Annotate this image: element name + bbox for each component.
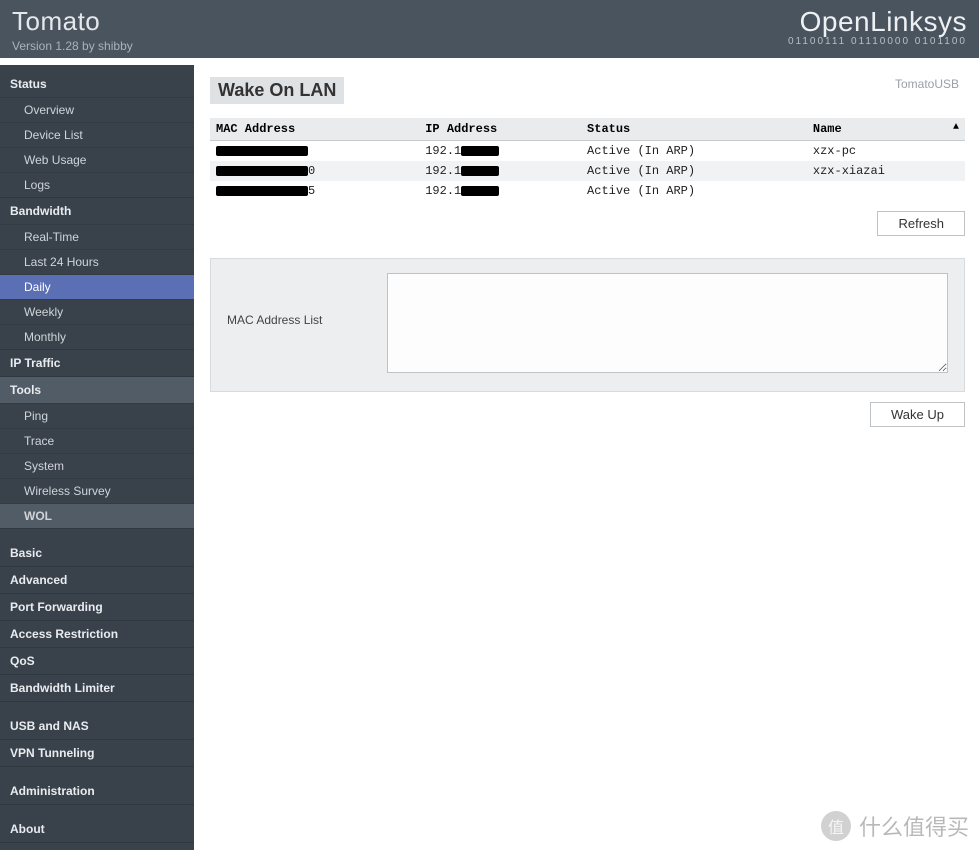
nav-item-overview[interactable]: Overview	[0, 97, 194, 122]
cell-status: Active (In ARP)	[581, 161, 807, 181]
cell-status: Active (In ARP)	[581, 181, 807, 201]
app-title: Tomato	[12, 6, 133, 37]
wakeup-button[interactable]: Wake Up	[870, 402, 965, 427]
nav-item-web-usage[interactable]: Web Usage	[0, 147, 194, 172]
nav-item-ping[interactable]: Ping	[0, 403, 194, 428]
nav-item-daily[interactable]: Daily	[0, 274, 194, 299]
watermark-text: 什么值得买	[859, 810, 969, 842]
redacted-mac	[216, 186, 308, 196]
wol-device-table: MAC AddressIP AddressStatusName▲ 192.1Ac…	[210, 118, 965, 201]
nav-item-monthly[interactable]: Monthly	[0, 324, 194, 349]
nav-section-port-forwarding[interactable]: Port Forwarding	[0, 593, 194, 620]
page-title: Wake On LAN	[210, 77, 344, 104]
mac-list-panel: MAC Address List	[210, 258, 965, 392]
nav-section-access-restriction[interactable]: Access Restriction	[0, 620, 194, 647]
watermark: 值 什么值得买	[821, 810, 969, 842]
redacted-mac	[216, 166, 308, 176]
cell-name	[807, 181, 965, 201]
nav-item-logs[interactable]: Logs	[0, 172, 194, 197]
brand-title: OpenLinksys	[788, 6, 967, 38]
mac-list-label: MAC Address List	[227, 273, 387, 327]
nav-section-tools[interactable]: Tools	[0, 376, 194, 403]
nav-section-vpn-tunneling[interactable]: VPN Tunneling	[0, 739, 194, 766]
nav-item-wol[interactable]: WOL	[0, 503, 194, 528]
cell-ip: 192.1	[419, 141, 581, 162]
app-version: Version 1.28 by shibby	[12, 39, 133, 53]
cell-name: xzx-xiazai	[807, 161, 965, 181]
col-status[interactable]: Status	[581, 118, 807, 141]
content-area: TomatoUSB Wake On LAN MAC AddressIP Addr…	[194, 65, 979, 850]
redacted-ip	[461, 166, 499, 176]
table-row[interactable]: 5192.1Active (In ARP)	[210, 181, 965, 201]
col-ip-address[interactable]: IP Address	[419, 118, 581, 141]
nav-section-bandwidth[interactable]: Bandwidth	[0, 197, 194, 224]
table-row[interactable]: 192.1Active (In ARP)xzx-pc	[210, 141, 965, 162]
sort-asc-icon: ▲	[953, 122, 959, 133]
nav-section-reboot-[interactable]: Reboot...	[0, 842, 194, 850]
redacted-ip	[461, 186, 499, 196]
nav-section-basic[interactable]: Basic	[0, 540, 194, 566]
header-bar: Tomato Version 1.28 by shibby OpenLinksy…	[0, 0, 979, 58]
nav-section-status[interactable]: Status	[0, 71, 194, 97]
cell-ip: 192.1	[419, 161, 581, 181]
nav-section-administration[interactable]: Administration	[0, 778, 194, 804]
brand-bits: 01100111 01110000 0101100	[788, 36, 967, 47]
mac-list-textarea[interactable]	[387, 273, 948, 373]
watermark-badge-icon: 值	[821, 811, 851, 841]
nav-item-trace[interactable]: Trace	[0, 428, 194, 453]
nav-item-device-list[interactable]: Device List	[0, 122, 194, 147]
nav-section-ip-traffic[interactable]: IP Traffic	[0, 349, 194, 376]
nav-section-usb-and-nas[interactable]: USB and NAS	[0, 713, 194, 739]
nav-item-wireless-survey[interactable]: Wireless Survey	[0, 478, 194, 503]
cell-ip: 192.1	[419, 181, 581, 201]
redacted-mac	[216, 146, 308, 156]
device-ident: TomatoUSB	[895, 77, 959, 91]
cell-status: Active (In ARP)	[581, 141, 807, 162]
col-mac-address[interactable]: MAC Address	[210, 118, 419, 141]
sidebar: StatusOverviewDevice ListWeb UsageLogsBa…	[0, 65, 194, 850]
cell-mac: 5	[210, 181, 419, 201]
nav-item-real-time[interactable]: Real-Time	[0, 224, 194, 249]
cell-mac: 0	[210, 161, 419, 181]
redacted-ip	[461, 146, 499, 156]
cell-name: xzx-pc	[807, 141, 965, 162]
table-row[interactable]: 0192.1Active (In ARP)xzx-xiazai	[210, 161, 965, 181]
col-name[interactable]: Name▲	[807, 118, 965, 141]
nav-section-advanced[interactable]: Advanced	[0, 566, 194, 593]
refresh-button[interactable]: Refresh	[877, 211, 965, 236]
nav-item-last-24-hours[interactable]: Last 24 Hours	[0, 249, 194, 274]
nav-section-about[interactable]: About	[0, 816, 194, 842]
cell-mac	[210, 141, 419, 162]
nav-section-bandwidth-limiter[interactable]: Bandwidth Limiter	[0, 674, 194, 701]
nav-item-weekly[interactable]: Weekly	[0, 299, 194, 324]
nav-item-system[interactable]: System	[0, 453, 194, 478]
nav-section-qos[interactable]: QoS	[0, 647, 194, 674]
